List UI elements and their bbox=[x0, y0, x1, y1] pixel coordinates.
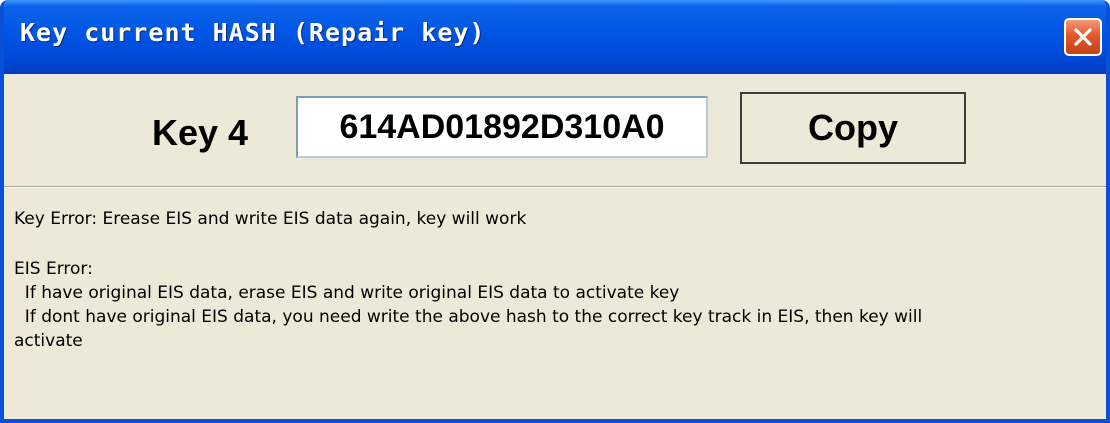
eis-error-line-2: If dont have original EIS data, you need… bbox=[14, 307, 923, 327]
close-button[interactable] bbox=[1064, 18, 1102, 56]
dialog-content: Key 4 Copy Key Error: Erease EIS and wri… bbox=[4, 74, 1106, 419]
title-bar[interactable]: Key current HASH (Repair key) bbox=[4, 0, 1106, 74]
eis-error-heading: EIS Error: bbox=[14, 259, 93, 279]
hash-field[interactable] bbox=[296, 96, 708, 158]
copy-button[interactable]: Copy bbox=[740, 92, 966, 164]
divider bbox=[4, 186, 1106, 188]
close-icon bbox=[1074, 28, 1092, 46]
window-title: Key current HASH (Repair key) bbox=[20, 18, 486, 47]
key-error-message: Key Error: Erease EIS and write EIS data… bbox=[14, 209, 527, 229]
dialog-window: Key current HASH (Repair key) Key 4 Copy… bbox=[0, 0, 1110, 423]
eis-error-line-3: activate bbox=[14, 331, 83, 351]
eis-error-line-1: If have original EIS data, erase EIS and… bbox=[14, 283, 680, 303]
key-label: Key 4 bbox=[152, 112, 249, 153]
